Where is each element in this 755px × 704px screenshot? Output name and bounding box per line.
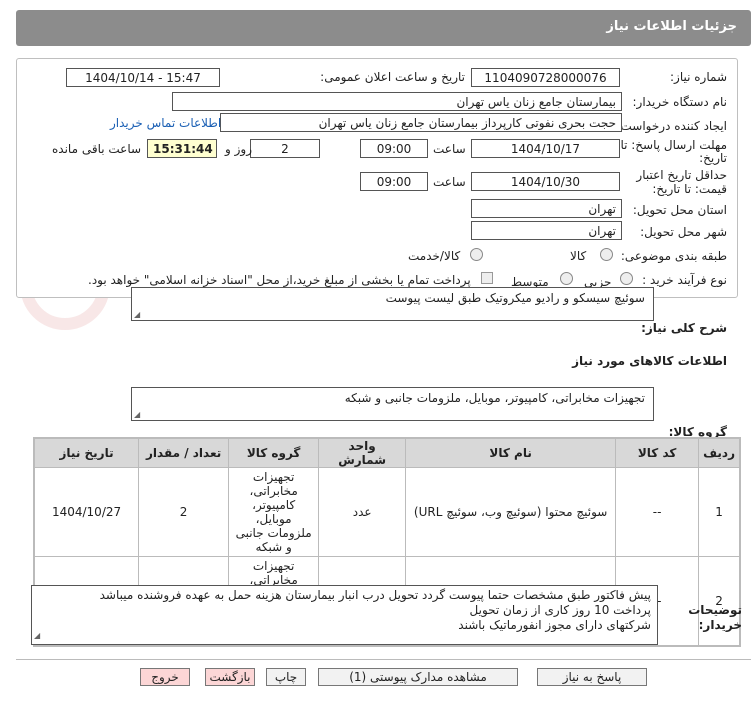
cell-quantity: 2 (138, 467, 230, 557)
process-medium-radio[interactable] (560, 272, 573, 285)
buyer-notes-label-2: خریدار: (698, 618, 742, 632)
announce-label: تاریخ و ساعت اعلان عمومی: (320, 70, 465, 84)
col-header-item-group: گروه کالا (228, 438, 320, 468)
category-goods-service-label: کالا/خدمت (408, 249, 461, 263)
buyer-note-line: شرکتهای دارای مجوز انفورماتیک باشند (458, 618, 651, 632)
need-number-label: شماره نیاز: (670, 70, 727, 84)
cell-item-name: سوئیچ محتوا (سوئیچ وب، سوئیچ URL) (405, 467, 617, 557)
buyer-label: نام دستگاه خریدار: (632, 95, 728, 109)
days-label: روز و (225, 142, 252, 156)
cell-unit: عدد (318, 467, 407, 557)
remaining-time-label: ساعت باقی مانده (52, 142, 142, 156)
description-text: سوئیچ سیسکو و رادیو میکروتیک طبق لیست پی… (385, 291, 645, 305)
announce-datetime-field: 1404/10/14 - 15:47 (66, 68, 220, 87)
back-button[interactable]: بازگشت (205, 668, 255, 686)
days-remaining-field: 2 (250, 139, 320, 158)
category-goods-radio[interactable] (600, 248, 613, 261)
treasury-payment-note: پرداخت تمام یا بخشی از مبلغ خرید،از محل … (88, 273, 471, 287)
col-header-item-code: کد کالا (615, 438, 700, 468)
cell-item-group: تجهیزات مخابراتی، کامپیوتر، موبایل، ملزو… (228, 467, 320, 557)
goods-group-field: تجهیزات مخابراتی، کامپیوتر، موبایل، ملزو… (131, 387, 654, 421)
process-minor-radio[interactable] (620, 272, 633, 285)
creator-label: ایجاد کننده درخواست: (616, 119, 727, 133)
print-button[interactable]: چاپ (266, 668, 306, 686)
treasury-payment-checkbox[interactable] (481, 272, 493, 284)
page-title: جزئیات اطلاعات نیاز (606, 19, 737, 34)
need-number-field: 1104090728000076 (471, 68, 620, 87)
cell-item-code: -- (615, 467, 700, 557)
validity-time-label: ساعت (433, 175, 466, 189)
view-attachments-button[interactable]: مشاهده مدارک پیوستی (1) (318, 668, 518, 686)
deadline-label: مهلت ارسال پاسخ: تا (620, 138, 727, 152)
buyer-field: بیمارستان جامع زنان یاس تهران (172, 92, 622, 111)
table-row[interactable]: 1 -- سوئیچ محتوا (سوئیچ وب، سوئیچ URL) ع… (33, 467, 740, 557)
resize-handle-icon[interactable]: ◢ (134, 310, 140, 319)
cell-row-number: 1 (698, 467, 740, 557)
description-label: شرح کلی نیاز: (641, 321, 727, 335)
resize-handle-icon[interactable]: ◢ (34, 628, 40, 643)
buyer-note-line: پرداخت 10 روز کاری از زمان تحویل (469, 603, 651, 617)
footer-divider (16, 659, 751, 660)
province-label: استان محل تحویل: (632, 203, 727, 217)
deadline-label-date: تاریخ: (699, 151, 727, 165)
cell-row-number: 2 (698, 556, 740, 646)
col-header-row-number: ردیف (698, 438, 740, 468)
process-label: نوع فرآیند خرید : (642, 273, 727, 287)
reply-button[interactable]: پاسخ به نیاز (537, 668, 647, 686)
buyer-note-line: پیش فاکتور طبق مشخصات حتما پیوست گردد تح… (99, 588, 651, 602)
table-header-row: ردیف کد کالا نام کالا واحد شمارش گروه کا… (33, 438, 740, 468)
validity-label: حداقل تاریخ اعتبار (636, 168, 727, 182)
city-field: تهران (471, 221, 622, 240)
resize-handle-icon[interactable]: ◢ (134, 410, 140, 419)
validity-time-field: 09:00 (360, 172, 428, 191)
remaining-time-field: 15:31:44 (147, 139, 217, 158)
col-header-need-date: تاریخ نیاز (33, 438, 140, 468)
buyer-notes-field: پیش فاکتور طبق مشخصات حتما پیوست گردد تح… (31, 585, 658, 645)
buyer-notes-label: توضیحات (688, 603, 742, 617)
province-field: تهران (471, 199, 622, 218)
category-goods-service-radio[interactable] (470, 248, 483, 261)
col-header-unit: واحد شمارش (318, 438, 407, 468)
description-field: سوئیچ سیسکو و رادیو میکروتیک طبق لیست پی… (131, 287, 654, 321)
category-label: طبقه بندی موضوعی: (620, 249, 727, 263)
exit-button[interactable]: خروج (140, 668, 190, 686)
cell-need-date: 1404/10/27 (33, 467, 140, 557)
category-goods-label: کالا (570, 249, 587, 263)
goods-section-title: اطلاعات کالاهای مورد نیاز (572, 354, 727, 368)
validity-label-date: قیمت: تا تاریخ: (652, 182, 727, 196)
deadline-date-field: 1404/10/17 (471, 139, 620, 158)
buyer-contact-link[interactable]: اطلاعات تماس خریدار (110, 116, 221, 130)
deadline-time-label: ساعت (433, 142, 466, 156)
creator-field: حجت بحری نفوتی کارپرداز بیمارستان جامع ز… (220, 113, 622, 132)
col-header-item-name: نام کالا (405, 438, 617, 468)
validity-date-field: 1404/10/30 (471, 172, 620, 191)
deadline-time-field: 09:00 (360, 139, 428, 158)
goods-group-text: تجهیزات مخابراتی، کامپیوتر، موبایل، ملزو… (344, 391, 645, 405)
page-header: جزئیات اطلاعات نیاز (16, 10, 751, 46)
col-header-quantity: تعداد / مقدار (138, 438, 230, 468)
city-label: شهر محل تحویل: (640, 225, 727, 239)
